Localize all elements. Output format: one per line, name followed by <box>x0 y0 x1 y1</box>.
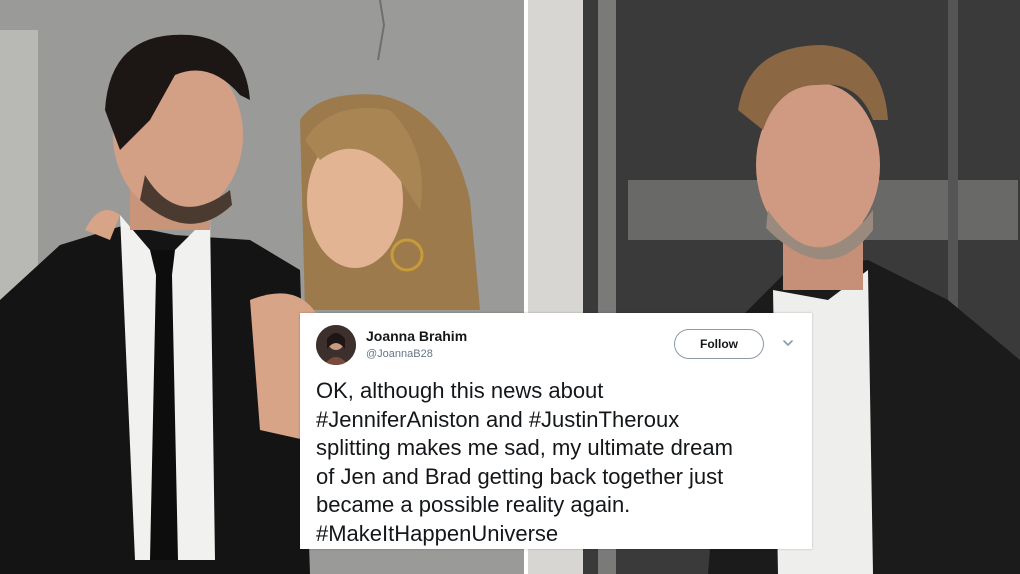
tweet-display-name[interactable]: Joanna Brahim <box>366 328 467 344</box>
tweet-text-line: #JenniferAniston and #JustinTheroux <box>316 406 680 432</box>
user-avatar[interactable] <box>316 325 356 365</box>
tweet-card: Joanna Brahim @JoannaB28 Follow OK, alth… <box>300 313 812 549</box>
follow-button[interactable]: Follow <box>674 329 764 359</box>
tweet-text-line: of Jen and Brad getting back together ju… <box>316 463 724 489</box>
tweet-text-line: OK, although this news about <box>316 378 604 403</box>
chevron-down-icon[interactable] <box>781 336 795 350</box>
tweet-text: OK, although this news about #JenniferAn… <box>316 377 796 548</box>
tweet-handle[interactable]: @JoannaB28 <box>366 348 433 360</box>
tweet-text-line: #MakeItHappenUniverse <box>316 520 559 546</box>
tweet-text-line: became a possible reality again. <box>316 492 631 517</box>
avatar-image <box>316 325 356 365</box>
tweet-text-line: splitting makes me sad, my ultimate drea… <box>316 435 733 460</box>
